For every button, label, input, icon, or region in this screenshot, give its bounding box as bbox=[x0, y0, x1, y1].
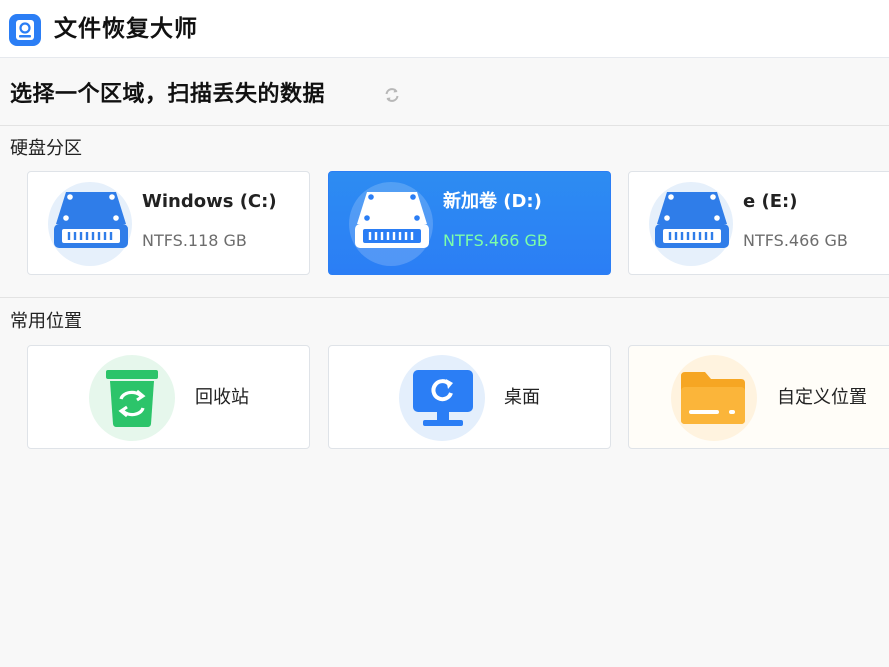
drive-name: Windows (C:) bbox=[142, 191, 277, 212]
drive-name: 新加卷 (D:) bbox=[443, 191, 542, 212]
drive-info: NTFS.466 GB bbox=[743, 231, 848, 250]
divider bbox=[0, 125, 889, 126]
hard-drive-icon bbox=[355, 192, 429, 248]
app-title: 文件恢复大师 bbox=[54, 16, 198, 42]
desktop-icon bbox=[413, 370, 473, 426]
title-bar: 文件恢复大师 bbox=[0, 0, 889, 58]
divider bbox=[0, 297, 889, 298]
location-label: 桌面 bbox=[504, 387, 540, 408]
app-logo-icon bbox=[9, 14, 41, 46]
drive-name: e (E:) bbox=[743, 191, 798, 212]
drive-card-d[interactable]: 新加卷 (D:) NTFS.466 GB bbox=[328, 171, 611, 275]
location-card-recycle-bin[interactable]: 回收站 bbox=[27, 345, 310, 449]
location-label: 回收站 bbox=[195, 387, 249, 408]
location-card-desktop[interactable]: 桌面 bbox=[328, 345, 611, 449]
recycle-bin-icon bbox=[106, 370, 158, 427]
drive-info: NTFS.466 GB bbox=[443, 231, 548, 250]
section-label-locations: 常用位置 bbox=[10, 311, 82, 332]
drive-card-c[interactable]: Windows (C:) NTFS.118 GB bbox=[27, 171, 310, 275]
refresh-icon[interactable] bbox=[383, 86, 401, 104]
section-label-partitions: 硬盘分区 bbox=[10, 138, 82, 159]
drive-card-e[interactable]: e (E:) NTFS.466 GB bbox=[628, 171, 889, 275]
folder-icon bbox=[681, 372, 745, 424]
drive-info: NTFS.118 GB bbox=[142, 231, 247, 250]
hard-drive-icon bbox=[54, 192, 128, 248]
location-card-custom[interactable]: 自定义位置 bbox=[628, 345, 889, 449]
page-title: 选择一个区域，扫描丢失的数据 bbox=[10, 82, 326, 107]
hard-drive-icon bbox=[655, 192, 729, 248]
location-label: 自定义位置 bbox=[777, 387, 867, 408]
